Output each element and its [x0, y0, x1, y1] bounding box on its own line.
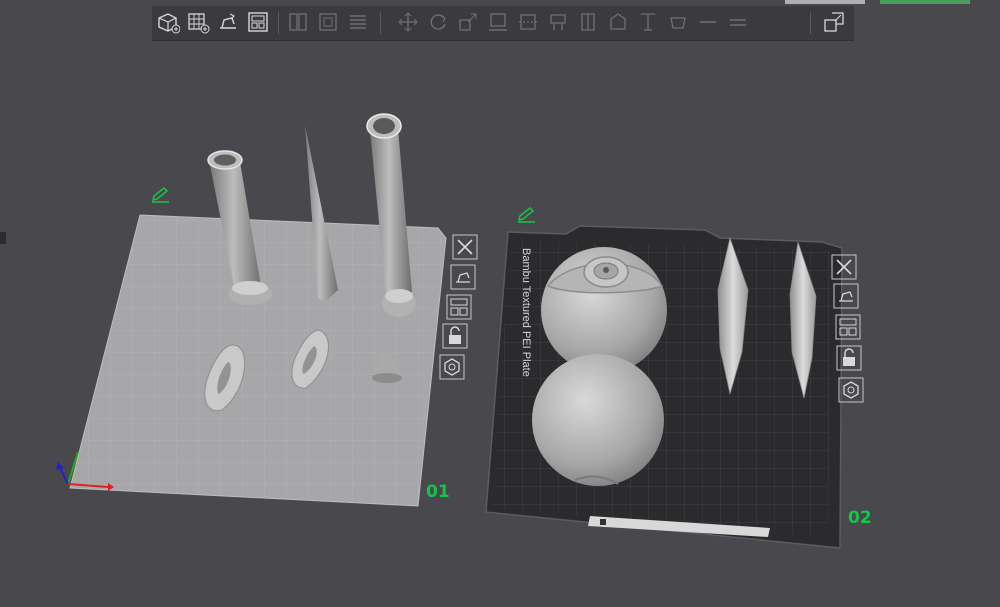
model-eye-sphere[interactable] [541, 247, 667, 373]
plate-qr-icon [600, 519, 606, 525]
delete-plate-01-icon[interactable] [452, 234, 478, 260]
plate-number-01[interactable]: 01 [426, 482, 450, 502]
delete-plate-02-icon[interactable] [831, 254, 857, 280]
seam-paint-icon[interactable] [576, 10, 600, 34]
assembly-icon[interactable] [696, 10, 720, 34]
view-icon[interactable] [822, 10, 846, 34]
add-plate-icon[interactable] [186, 10, 210, 34]
plate-02[interactable] [485, 225, 843, 549]
auto-orient-icon[interactable] [216, 10, 240, 34]
plate-type-label: Bambu Textured PEI Plate [520, 248, 532, 377]
split-objects-icon[interactable] [286, 10, 310, 34]
window-strip [785, 0, 865, 4]
measure-icon[interactable] [636, 10, 660, 34]
plate-number-02[interactable]: 02 [848, 508, 872, 528]
cut-icon[interactable] [516, 10, 540, 34]
layers-icon[interactable] [346, 10, 370, 34]
arrange-plate-01-icon[interactable] [446, 294, 472, 320]
orient-plate-01-icon[interactable] [450, 264, 476, 290]
split-parts-icon[interactable] [316, 10, 340, 34]
support-paint-icon[interactable] [546, 10, 570, 34]
scale-icon[interactable] [456, 10, 480, 34]
window-strip-accent [880, 0, 970, 4]
rotate-icon[interactable] [426, 10, 450, 34]
top-toolbar [152, 6, 854, 41]
variable-layer-icon[interactable] [726, 10, 750, 34]
lock-plate-01-icon[interactable] [442, 323, 468, 349]
arrange-plate-02-icon[interactable] [835, 314, 861, 340]
edit-plate-01-icon[interactable] [151, 186, 169, 203]
orient-plate-02-icon[interactable] [833, 283, 859, 309]
left-panel-edge [0, 232, 6, 244]
edit-plate-02-icon[interactable] [517, 206, 535, 223]
toolbar-separator [380, 12, 381, 34]
settings-plate-02-icon[interactable] [838, 377, 864, 403]
lay-on-face-icon[interactable] [486, 10, 510, 34]
text-icon[interactable] [666, 10, 690, 34]
add-object-icon[interactable] [156, 10, 180, 34]
toolbar-separator [810, 12, 811, 34]
move-icon[interactable] [396, 10, 420, 34]
arrange-icon[interactable] [246, 10, 270, 34]
toolbar-separator [278, 12, 279, 34]
model-plain-sphere[interactable] [532, 354, 664, 486]
color-paint-icon[interactable] [606, 10, 630, 34]
settings-plate-01-icon[interactable] [439, 354, 465, 380]
lock-plate-02-icon[interactable] [836, 345, 862, 371]
